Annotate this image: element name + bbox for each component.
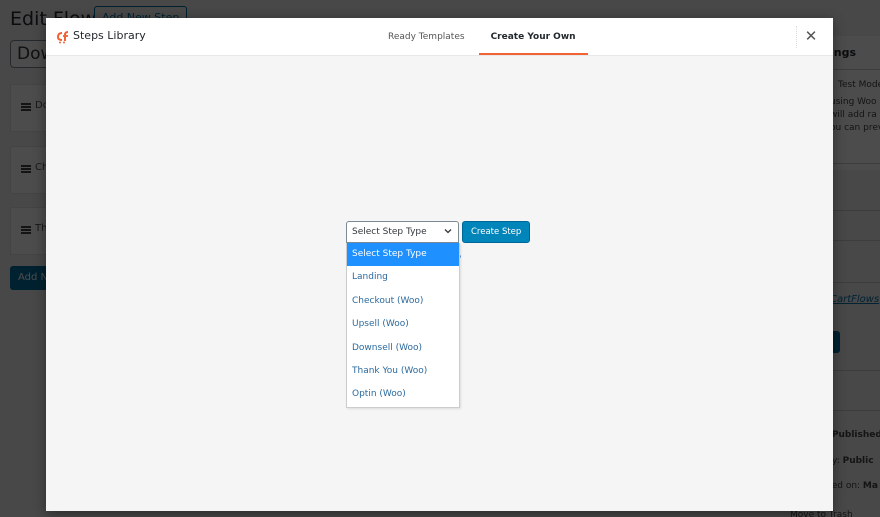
option-downsell[interactable]: Downsell (Woo)	[347, 337, 459, 360]
modal-header: Steps Library Ready Templates Create You…	[46, 18, 833, 56]
steps-library-modal: Steps Library Ready Templates Create You…	[46, 18, 833, 511]
step-type-select[interactable]: Select Step Type	[346, 221, 459, 243]
chevron-down-icon	[444, 229, 452, 234]
option-upsell[interactable]: Upsell (Woo)	[347, 313, 459, 336]
option-thank-you[interactable]: Thank You (Woo)	[347, 360, 459, 383]
close-icon[interactable]: ✕	[803, 28, 819, 44]
modal-tabs: Ready Templates Create Your Own	[376, 18, 590, 56]
tab-ready-templates[interactable]: Ready Templates	[376, 18, 477, 56]
cartflows-logo-icon	[56, 31, 69, 44]
option-optin[interactable]: Optin (Woo)	[347, 383, 459, 406]
modal-title: Steps Library	[73, 29, 146, 42]
option-checkout[interactable]: Checkout (Woo)	[347, 290, 459, 313]
step-type-dropdown: Select Step Type Landing Checkout (Woo) …	[346, 243, 460, 408]
create-step-button[interactable]: Create Step	[462, 221, 531, 243]
option-landing[interactable]: Landing	[347, 266, 459, 289]
tab-create-your-own[interactable]: Create Your Own	[478, 18, 588, 56]
header-divider	[796, 26, 797, 48]
step-type-select-value: Select Step Type	[352, 227, 427, 237]
option-select-step-type[interactable]: Select Step Type	[347, 243, 459, 267]
